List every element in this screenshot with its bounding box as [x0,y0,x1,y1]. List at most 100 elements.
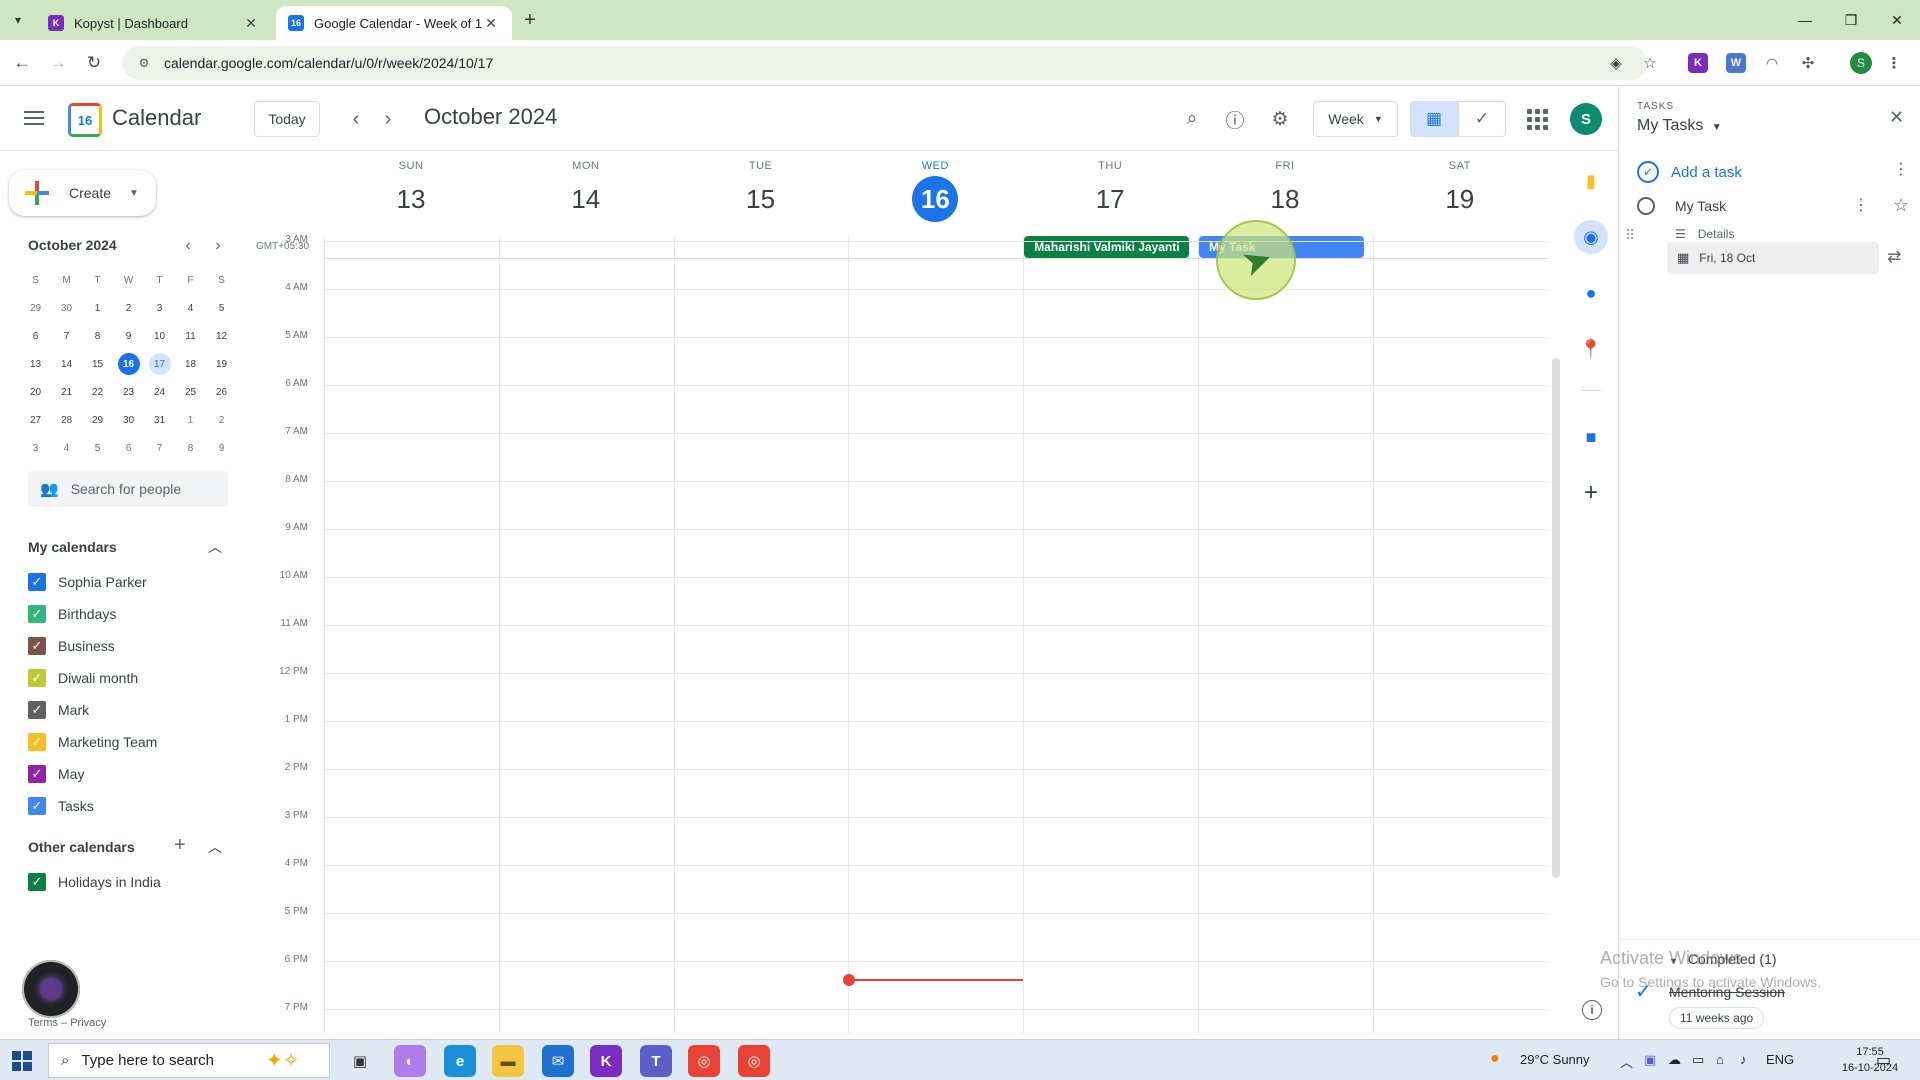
restore-icon[interactable]: ❐ [1828,0,1874,40]
day-number[interactable]: 17 [1087,176,1133,222]
mini-day[interactable]: 24 [144,378,175,406]
previous-week-icon[interactable]: ‹ [344,107,368,131]
contacts-icon[interactable]: ● [1574,276,1608,310]
browser-profile-avatar[interactable]: S [1850,52,1872,74]
chrome-icon[interactable]: ◎ [688,1045,720,1077]
edge-browser-icon[interactable]: e [444,1045,476,1077]
browser-menu-icon[interactable]: ⋮ [1884,53,1904,73]
calendar-list-item[interactable]: ✓ Business [28,634,115,658]
day-number[interactable]: 19 [1437,176,1483,222]
mini-day[interactable]: 26 [206,378,237,406]
get-addons-plus-icon[interactable]: + [1574,476,1608,510]
info-icon[interactable]: i [1582,1000,1602,1020]
day-number[interactable]: 15 [738,176,784,222]
mini-day[interactable]: 9 [113,322,144,350]
calendar-list-item[interactable]: ✓ Birthdays [28,602,116,626]
site-info-icon[interactable]: ⚙ [136,55,152,71]
list-options-icon[interactable]: ⋮ [1893,159,1909,179]
copilot-icon[interactable]: ◐ [394,1045,426,1077]
mini-day[interactable]: 4 [175,294,206,322]
calendar-list-item[interactable]: ✓ Diwali month [28,666,138,690]
mini-day[interactable]: 18 [175,350,206,378]
mini-day[interactable]: 12 [206,322,237,350]
close-tab-icon[interactable]: ✕ [482,14,500,32]
calendar-list-item[interactable]: ✓ Mark [28,698,89,722]
calendar-checkbox-icon[interactable]: ✓ [28,669,46,687]
help-icon[interactable]: ⓘ [1221,105,1249,133]
mini-day[interactable]: 6 [113,434,144,462]
taskbar-search-input[interactable]: ⌕ Type here to search ✦✧ [48,1043,330,1078]
day-column-header[interactable]: THU 17 [1023,160,1197,222]
today-button[interactable]: Today [254,101,320,137]
calendar-list-item[interactable]: ✓ May [28,762,84,786]
calendar-checkbox-icon[interactable]: ✓ [28,701,46,719]
mini-day[interactable]: 4 [51,434,82,462]
google-apps-icon[interactable] [1525,107,1549,131]
repeat-icon[interactable]: ⇄ [1887,247,1901,267]
arc-extension-icon[interactable]: ◠ [1762,53,1782,73]
day-number[interactable]: 14 [563,176,609,222]
battery-icon[interactable]: ▭ [1692,1052,1704,1068]
new-tab-icon[interactable]: + [518,8,542,32]
chevron-up-icon[interactable]: ︿ [208,537,222,557]
task-date-chip[interactable]: ▦ Fri, 18 Oct [1667,242,1879,274]
add-task-button[interactable]: ✓ Add a task [1637,161,1742,183]
notifications-icon[interactable]: ▭ [1876,1050,1891,1070]
add-calendar-plus-icon[interactable]: + [174,834,186,857]
main-menu-icon[interactable] [22,107,46,131]
bookmark-star-icon[interactable]: ☆ [1638,51,1662,75]
mini-next-month-icon[interactable]: › [208,236,228,256]
forward-icon[interactable]: → [46,51,70,75]
privacy-link[interactable]: Privacy [70,1017,106,1029]
calendar-checkbox-icon[interactable]: ✓ [28,873,46,891]
address-bar[interactable]: ⚙ calendar.google.com/calendar/u/0/r/wee… [122,46,1647,80]
day-number[interactable]: 13 [388,176,434,222]
mini-day[interactable]: 29 [82,406,113,434]
calendar-checkbox-icon[interactable]: ✓ [28,637,46,655]
close-panel-icon[interactable]: ✕ [1889,107,1904,128]
calendar-list-item[interactable]: ✓ Sophia Parker [28,570,147,594]
mini-day[interactable]: 16 [113,350,144,378]
mini-day[interactable]: 9 [206,434,237,462]
mini-day[interactable]: 11 [175,322,206,350]
calendar-checkbox-icon[interactable]: ✓ [28,733,46,751]
mini-day[interactable]: 27 [20,406,51,434]
calendar-list-item[interactable]: ✓ Holidays in India [28,870,161,894]
mini-day[interactable]: 3 [144,294,175,322]
search-people-input[interactable]: 👥 Search for people [28,471,228,507]
mini-day[interactable]: 20 [20,378,51,406]
mini-day[interactable]: 30 [113,406,144,434]
weather-icon[interactable]: ● [1490,1050,1500,1068]
mini-day[interactable]: 28 [51,406,82,434]
mini-day[interactable]: 30 [51,294,82,322]
day-column-header[interactable]: SAT 19 [1373,160,1547,222]
day-number[interactable]: 16 [912,176,959,222]
windows-start-icon[interactable] [12,1051,32,1071]
task-list-selector[interactable]: My Tasks ▼ [1637,117,1722,135]
create-button[interactable]: Create ▼ [9,170,156,216]
kopyst-app-icon[interactable]: K [590,1045,622,1077]
other-calendars-title[interactable]: Other calendars [28,839,135,855]
calendar-checkbox-icon[interactable]: ✓ [28,573,46,591]
mini-day[interactable]: 6 [20,322,51,350]
file-explorer-icon[interactable]: ▬ [492,1045,524,1077]
mini-day[interactable]: 22 [82,378,113,406]
kopyst-extension-icon[interactable]: K [1688,53,1708,73]
mini-day[interactable]: 8 [82,322,113,350]
mini-day[interactable]: 7 [51,322,82,350]
my-calendars-title[interactable]: My calendars [28,539,117,555]
extensions-puzzle-icon[interactable]: ✣ [1798,53,1818,73]
mini-day[interactable]: 2 [206,406,237,434]
mini-day[interactable]: 1 [82,294,113,322]
task-options-icon[interactable]: ⋮ [1853,195,1869,215]
mini-day[interactable]: 14 [51,350,82,378]
drag-handle-icon[interactable]: ⠿ [1625,227,1635,244]
task-complete-checkbox[interactable] [1637,197,1655,215]
mini-day[interactable]: 3 [20,434,51,462]
calendar-checkbox-icon[interactable]: ✓ [28,797,46,815]
mini-day[interactable]: 7 [144,434,175,462]
star-icon[interactable]: ☆ [1893,195,1909,216]
weather-text[interactable]: 29°C Sunny [1520,1052,1590,1067]
onedrive-icon[interactable]: ☁ [1668,1052,1681,1068]
calendar-checkbox-icon[interactable]: ✓ [28,605,46,623]
